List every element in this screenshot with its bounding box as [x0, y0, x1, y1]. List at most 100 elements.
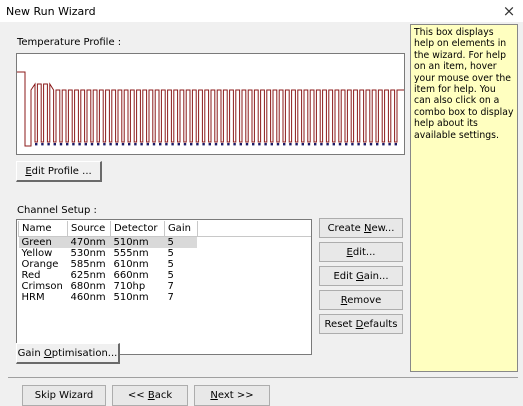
acquisition-marker [165, 143, 168, 146]
acquisition-marker [307, 143, 311, 146]
acquisition-marker [258, 143, 261, 146]
edit-gain-button[interactable]: Edit Gain... [319, 266, 403, 286]
acquisition-marker [72, 143, 75, 146]
back-button-label: << Back [127, 390, 173, 401]
channel-cell-name: Red [21, 270, 41, 281]
acquisition-marker [388, 143, 391, 146]
acquisition-marker [109, 143, 112, 146]
acquisition-marker [196, 143, 199, 146]
acquisition-marker [227, 143, 230, 146]
acquisition-marker [159, 143, 162, 146]
column-header-source[interactable]: Source [66, 221, 111, 237]
channel-cell-source: 585nm [70, 259, 106, 270]
channel-table-header: Name Source Detector Gain [18, 221, 311, 237]
acquisition-marker [357, 143, 360, 146]
channel-cell-source: 460nm [70, 292, 106, 303]
channel-cell-filler [197, 248, 311, 259]
channel-cell-name: Green [18, 236, 68, 248]
acquisition-marker [208, 143, 211, 146]
skip-wizard-button[interactable]: Skip Wizard [22, 385, 106, 406]
acquisition-marker [115, 143, 118, 146]
channel-row-crimson[interactable]: Crimson 680nm 710hp 7 [19, 281, 312, 292]
create-new-button[interactable]: Create New... [319, 218, 403, 238]
acquisition-marker [59, 143, 63, 146]
channel-cell-name: Crimson [21, 281, 63, 292]
footer-separator [8, 377, 518, 378]
channel-cell-filler [197, 259, 311, 270]
channel-cell-source: 680nm [70, 281, 106, 292]
acquisition-marker [90, 143, 94, 146]
channel-cell-name: HRM [21, 292, 45, 303]
acquisition-marker [326, 143, 329, 146]
column-header-name[interactable]: Name [18, 221, 68, 237]
acquisition-marker [245, 143, 249, 146]
create-new-button-label: Create New... [327, 222, 395, 234]
channel-row-yellow[interactable]: Yellow 530nm 555nm 5 [19, 248, 312, 259]
acquisition-marker [214, 143, 218, 146]
gain-optimisation-button[interactable]: Gain Optimisation... [16, 343, 120, 364]
acquisition-marker [140, 143, 143, 146]
acquisition-marker [314, 143, 317, 146]
acquisition-marker [233, 143, 236, 146]
column-header-gain[interactable]: Gain [163, 221, 198, 237]
channel-cell-source: 530nm [70, 248, 106, 259]
edit-channel-button[interactable]: Edit... [319, 242, 403, 262]
acquisition-marker [276, 143, 280, 146]
channel-list[interactable]: Name Source Detector Gain Green 470nm 510n… [16, 219, 312, 355]
acquisition-marker [41, 143, 44, 146]
acquisition-marker [146, 143, 149, 146]
acquisition-marker [239, 143, 242, 146]
acquisition-marker [264, 143, 267, 146]
channel-row-hrm[interactable]: HRM 460nm 510nm 7 [19, 292, 312, 303]
channel-cell-gain: 5 [167, 248, 174, 259]
acquisition-marker [252, 143, 255, 146]
acquisition-marker [66, 143, 69, 146]
edit-channel-button-label: Edit... [346, 246, 376, 258]
channel-cell-gain: 7 [167, 281, 174, 292]
temperature-profile-plot [17, 71, 404, 147]
channel-cell-detector: 660nm [113, 270, 149, 281]
channel-row-green[interactable]: Green 470nm 510nm 5 [18, 236, 311, 248]
remove-button-label: Remove [340, 294, 382, 306]
acquisition-marker [363, 143, 366, 146]
acquisition-marker [320, 143, 323, 146]
help-panel: This box displays help on elements in th… [410, 24, 518, 372]
acquisition-marker [183, 143, 187, 146]
channel-cell-gain: 5 [167, 270, 174, 281]
channel-cell-gain: 7 [167, 292, 174, 303]
next-button[interactable]: Next >> [194, 385, 270, 406]
channel-cell-source: 625nm [70, 270, 106, 281]
profile-line [17, 71, 404, 147]
acquisition-marker [270, 143, 273, 146]
back-button[interactable]: << Back [112, 385, 188, 406]
acquisition-marker [394, 143, 397, 146]
reset-defaults-button-label: Reset Defaults [324, 318, 398, 330]
channel-row-red[interactable]: Red 625nm 660nm 5 [19, 270, 312, 281]
edit-profile-button[interactable]: Edit Profile ... [16, 161, 102, 182]
acquisition-marker [190, 143, 193, 146]
close-icon[interactable]: × [500, 2, 518, 20]
channel-row-orange[interactable]: Orange 585nm 610nm 5 [19, 259, 312, 270]
channel-cell-detector: 510nm [113, 292, 149, 303]
column-header-filler [196, 221, 311, 237]
column-header-detector[interactable]: Detector [109, 221, 165, 237]
acquisition-marker [351, 143, 354, 146]
remove-button[interactable]: Remove [319, 290, 403, 310]
acquisition-marker [97, 143, 100, 146]
acquisition-marker [84, 143, 87, 146]
acquisition-marker [152, 143, 156, 146]
acquisition-marker [78, 143, 81, 146]
window-title: New Run Wizard [6, 5, 96, 18]
acquisition-marker [289, 143, 292, 146]
acquisition-marker [128, 143, 131, 146]
channel-cell-source: 470nm [67, 236, 111, 248]
acquisition-marker [301, 143, 304, 146]
channel-cell-detector: 710hp [113, 281, 146, 292]
acquisition-marker [332, 143, 335, 146]
acquisition-marker [121, 143, 125, 146]
temperature-profile-graph[interactable] [16, 53, 405, 155]
acquisition-marker [35, 143, 38, 146]
reset-defaults-button[interactable]: Reset Defaults [319, 314, 403, 334]
acquisition-marker [338, 143, 342, 146]
acquisition-marker [202, 143, 205, 146]
